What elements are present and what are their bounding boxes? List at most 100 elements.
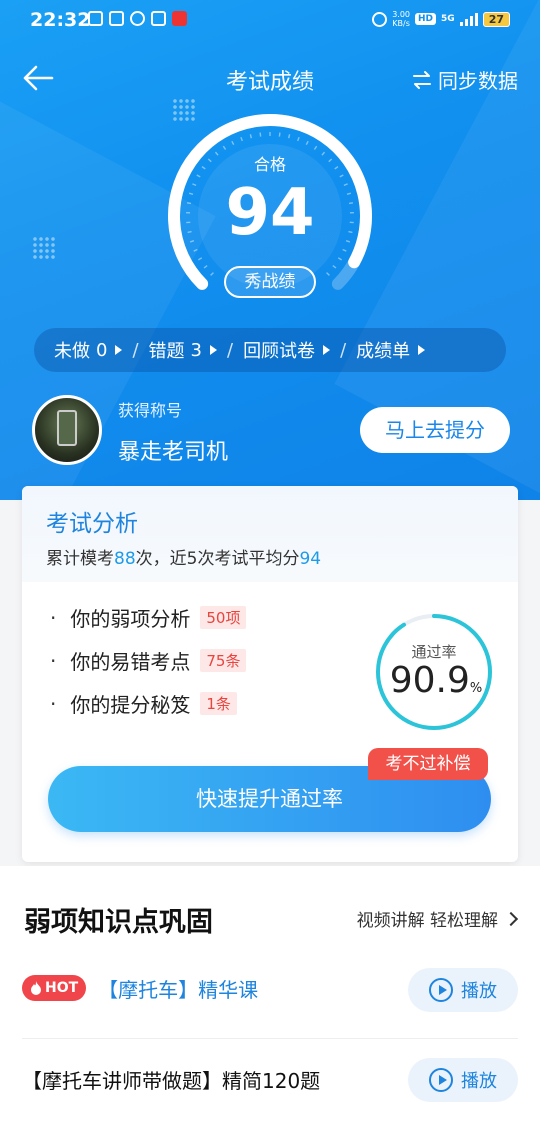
play-label: 播放 [461,981,497,1002]
earned-title-caption: 获得称号 [118,401,183,420]
network-type: 5G [441,14,455,24]
bullet: · [50,648,57,673]
shortcut-unanswered[interactable]: 未做 0 [54,337,123,363]
play-triangle-icon [209,345,217,355]
analysis-summary: 累计模考88次，近5次考试平均分94 [46,544,321,569]
course-name: 【摩托车讲师带做题】精简120题 [22,1069,321,1093]
shortcut-separator: / [132,339,139,361]
share-score-button[interactable]: 秀战绩 [224,266,316,298]
gauge-tick [332,264,337,269]
compensation-badge[interactable]: 考不过补偿 [368,748,488,780]
gauge-tick [249,134,253,139]
play-triangle-icon [418,345,426,355]
net-speed-value: 3.00 [392,10,411,19]
bullet: · [50,605,57,630]
shortcut-count: 0 [96,339,108,361]
pass-rate-unit: % [469,681,483,696]
sync-data-button[interactable]: 同步数据 [412,65,518,94]
analysis-title: 考试分析 [46,511,138,537]
gauge-tick [287,134,291,139]
gauge-tick [240,136,243,142]
gauge-tick [231,140,235,146]
gauge-tick [297,136,300,142]
count-badge: 1条 [200,692,237,715]
gauge-tick [198,257,203,261]
top-nav: 考试成绩 同步数据 [0,52,540,104]
alarm-icon [372,11,388,27]
mail-notification-icon [151,11,166,26]
summary-prefix: 累计模考 [46,549,114,569]
pass-status: 合格 [253,155,286,174]
notification-icons [88,11,187,26]
play-button[interactable]: 播放 [408,968,518,1012]
gallery-notification-icon [88,11,103,26]
gauge-tick [326,272,330,276]
improve-score-button[interactable]: 马上去提分 [360,407,510,453]
bullet: · [50,691,57,716]
status-bar: 22:32 3.00 KB/s HD 5G 27 [0,0,540,42]
calendar-notification-icon [109,11,124,26]
shortcut-wrong-questions[interactable]: 错题 3 [149,337,217,363]
score-tips-item[interactable]: · 你的提分秘笈 1条 [50,682,246,725]
shortcut-label: 成绩单 [356,341,411,362]
hot-label: HOT [45,980,79,996]
net-speed: 3.00 KB/s [392,10,410,28]
shortcut-label: 未做 [54,341,90,362]
count-badge: 50项 [200,606,247,629]
section-title: 弱项知识点巩固 [24,907,213,938]
weak-points-section: 弱项知识点巩固 视频讲解 轻松理解 HOT 【摩托车】精华课 播放 【摩托车讲师… [0,866,540,1141]
battery-level: 27 [482,11,510,27]
signal-bars-icon [459,12,478,26]
avatar[interactable] [32,395,102,465]
average-score: 94 [299,549,322,569]
list-item-label: 你的易错考点 [70,650,191,674]
weak-points-item[interactable]: · 你的弱项分析 50项 [50,596,247,639]
shortcut-review-paper[interactable]: 回顾试卷 [243,337,331,363]
hot-badge: HOT [22,975,87,1001]
shortcut-separator: / [340,339,347,361]
gauge-tick [203,264,208,269]
net-speed-unit: KB/s [392,19,410,28]
play-button[interactable]: 播放 [408,1058,518,1102]
gauge-tick [337,257,342,261]
sync-label: 同步数据 [438,69,518,93]
summary-mid: 次，近5次考试平均分 [135,549,300,569]
status-time: 22:32 [30,9,91,31]
analysis-header: 考试分析 累计模考88次，近5次考试平均分94 [22,486,518,582]
video-explain-link[interactable]: 视频讲解 轻松理解 [356,906,519,931]
play-icon [429,1068,453,1092]
result-shortcuts: 未做 0 / 错题 3 / 回顾试卷 / 成绩单 [34,328,506,372]
course-name: 【摩托车】精华课 [98,977,259,1002]
analysis-list: · 你的弱项分析 50项 · 你的易错考点 75条 · 你的提分秘笈 1条 [50,596,247,725]
play-label: 播放 [461,1071,497,1092]
play-triangle-icon [323,345,331,355]
course-item[interactable]: HOT 【摩托车】精华课 播放 [22,956,518,1020]
pass-rate-value: 90.9% [374,660,498,701]
earned-title: 暴走老司机 [118,440,229,465]
exam-count: 88 [114,549,136,569]
gauge-tick [222,145,227,150]
chevron-right-icon [503,911,519,926]
count-badge: 75条 [200,649,247,672]
shortcut-count: 3 [190,339,202,361]
exam-analysis-card: 考试分析 累计模考88次，近5次考试平均分94 · 你的弱项分析 50项 · 你… [22,486,518,862]
app-notification-icon [172,11,187,26]
pass-rate-label: 通过率 [411,643,457,661]
gauge-tick [313,145,318,150]
shortcut-report-card[interactable]: 成绩单 [356,337,426,363]
shortcut-label: 错题 [148,341,185,362]
avatar-phone-image [57,410,77,446]
location-notification-icon [130,11,145,26]
shortcut-label: 回顾试卷 [243,341,316,362]
gauge-tick [305,140,309,146]
exam-score: 94 [225,176,315,250]
gauge-tick [210,272,214,276]
link-label: 视频讲解 轻松理解 [356,911,498,931]
flame-icon [31,981,41,995]
shortcut-separator: / [226,339,234,361]
course-item[interactable]: 【摩托车讲师带做题】精简120题 播放 [22,1038,518,1120]
error-prone-item[interactable]: · 你的易错考点 75条 [50,639,247,682]
play-icon [429,978,453,1002]
play-triangle-icon [115,345,123,355]
hd-badge: HD [415,13,437,25]
